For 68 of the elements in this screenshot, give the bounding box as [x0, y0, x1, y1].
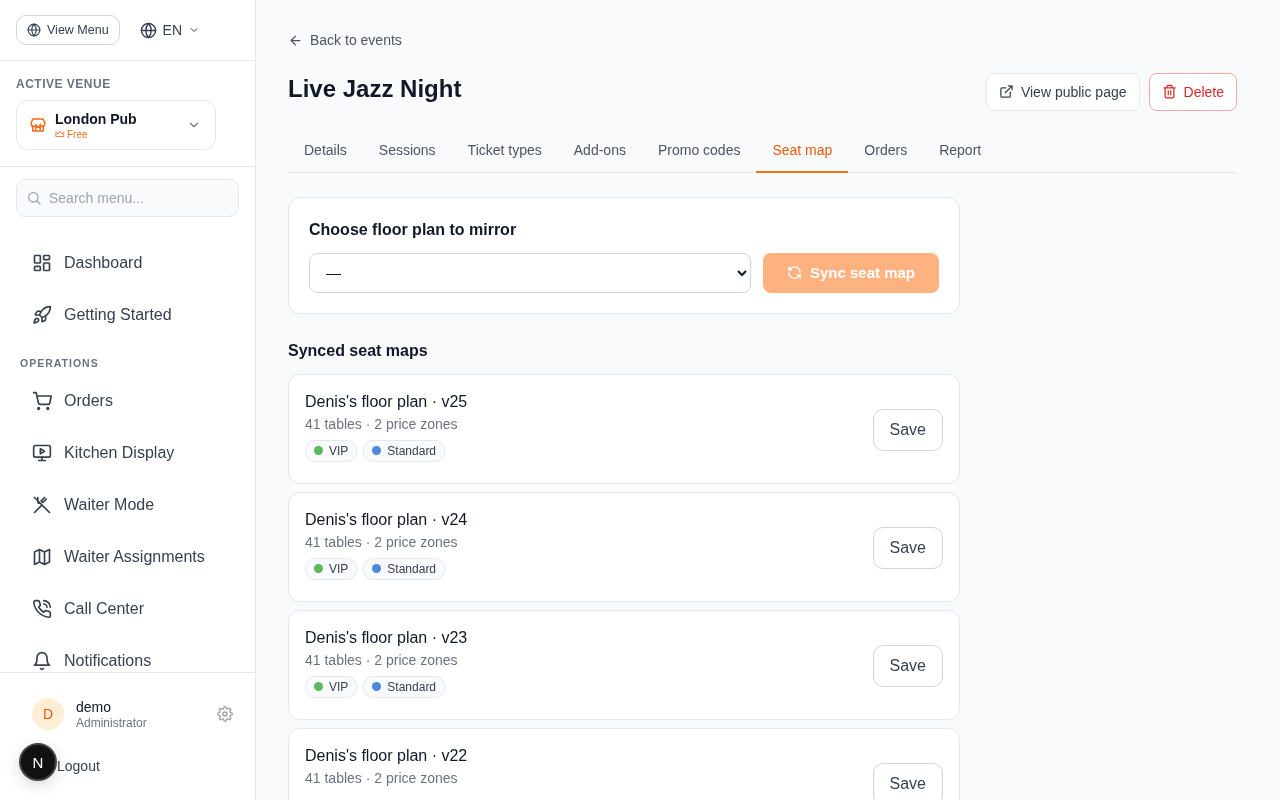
cart-icon — [32, 391, 52, 411]
user-avatar: D — [32, 698, 64, 730]
section-heading: Synced seat maps — [288, 341, 429, 360]
seat-map-details: 41 tables · 2 price zones — [305, 651, 459, 668]
tab[interactable]: Sessions — [362, 138, 452, 173]
utensils-icon — [32, 495, 52, 515]
seat-map-title: Denis's floor plan · v22 — [305, 746, 468, 765]
crown-icon — [55, 129, 65, 139]
settings-icon — [217, 706, 233, 722]
external-link-icon — [998, 84, 1014, 99]
nav-item[interactable]: Dashboard — [16, 241, 239, 285]
user-role: Administrator — [76, 715, 148, 730]
zone-name: Standard — [387, 443, 437, 458]
zone-name: Standard — [387, 561, 437, 576]
back-link[interactable]: Back to events — [288, 32, 402, 48]
globe-icon — [139, 21, 157, 39]
trash-icon — [1161, 84, 1177, 99]
save-button[interactable]: Save — [872, 644, 943, 687]
tab[interactable]: Report — [923, 138, 998, 173]
tab[interactable]: Promo codes — [641, 138, 757, 173]
rocket-icon — [32, 305, 52, 325]
save-button[interactable]: Save — [872, 408, 943, 451]
seat-map-details: 41 tables · 2 price zones — [305, 415, 459, 432]
tab[interactable]: Orders — [848, 138, 924, 173]
globe-icon — [27, 23, 41, 37]
zone-name: VIP — [329, 443, 349, 458]
venue-selector[interactable]: London Pub Free — [16, 100, 216, 150]
store-icon — [29, 116, 47, 134]
seat-map-details: 41 tables · 2 price zones — [305, 533, 459, 550]
section-heading: ACTIVE VENUE — [16, 77, 112, 91]
phone-icon — [32, 599, 52, 619]
nav-item[interactable]: Call Center — [16, 587, 239, 631]
delete-button[interactable]: Delete — [1148, 72, 1237, 111]
monitor-icon — [32, 443, 52, 463]
logout-link[interactable]: Logout — [57, 758, 239, 774]
zone-name: Standard — [387, 679, 437, 694]
save-button[interactable]: Save — [872, 526, 943, 569]
zone-name: VIP — [329, 561, 349, 576]
nav-item[interactable]: Kitchen Display — [16, 431, 239, 475]
language-selector[interactable]: EN — [139, 21, 201, 39]
sync-icon — [786, 265, 802, 280]
card-heading: Choose floor plan to mirror — [309, 220, 518, 239]
nav-section-label: OPERATIONS — [20, 357, 100, 369]
map-icon — [32, 547, 52, 567]
bell-icon — [32, 651, 52, 671]
venue-name: London Pub — [55, 110, 138, 127]
nav-item[interactable]: Waiter Assignments — [16, 535, 239, 579]
tab[interactable]: Ticket types — [451, 138, 558, 173]
plan-name: Free — [67, 128, 88, 140]
view-menu-button[interactable]: View Menu — [16, 15, 120, 45]
seat-map-title: Denis's floor plan · v24 — [305, 510, 468, 529]
dashboard-icon — [32, 253, 52, 273]
arrow-left-icon — [288, 32, 303, 48]
nav-item[interactable]: Getting Started — [16, 293, 239, 337]
nav-item[interactable]: Orders — [16, 379, 239, 423]
tab[interactable]: Details — [288, 138, 363, 173]
nav-item[interactable]: Waiter Mode — [16, 483, 239, 527]
seat-map-title: Denis's floor plan · v23 — [305, 628, 468, 647]
nav-item[interactable]: Notifications — [16, 639, 239, 672]
view-public-page-button[interactable]: View public page — [985, 72, 1140, 111]
seat-map-details: 41 tables · 2 price zones — [305, 769, 459, 786]
tab[interactable]: Add-ons — [557, 138, 642, 173]
save-button[interactable]: Save — [872, 762, 943, 800]
user-name: demo — [76, 698, 113, 715]
zone-name: VIP — [329, 679, 349, 694]
search-field[interactable]: Search menu... — [16, 179, 239, 217]
seat-map-title: Denis's floor plan · v25 — [305, 392, 468, 411]
page-title: Live Jazz Night — [288, 74, 462, 103]
